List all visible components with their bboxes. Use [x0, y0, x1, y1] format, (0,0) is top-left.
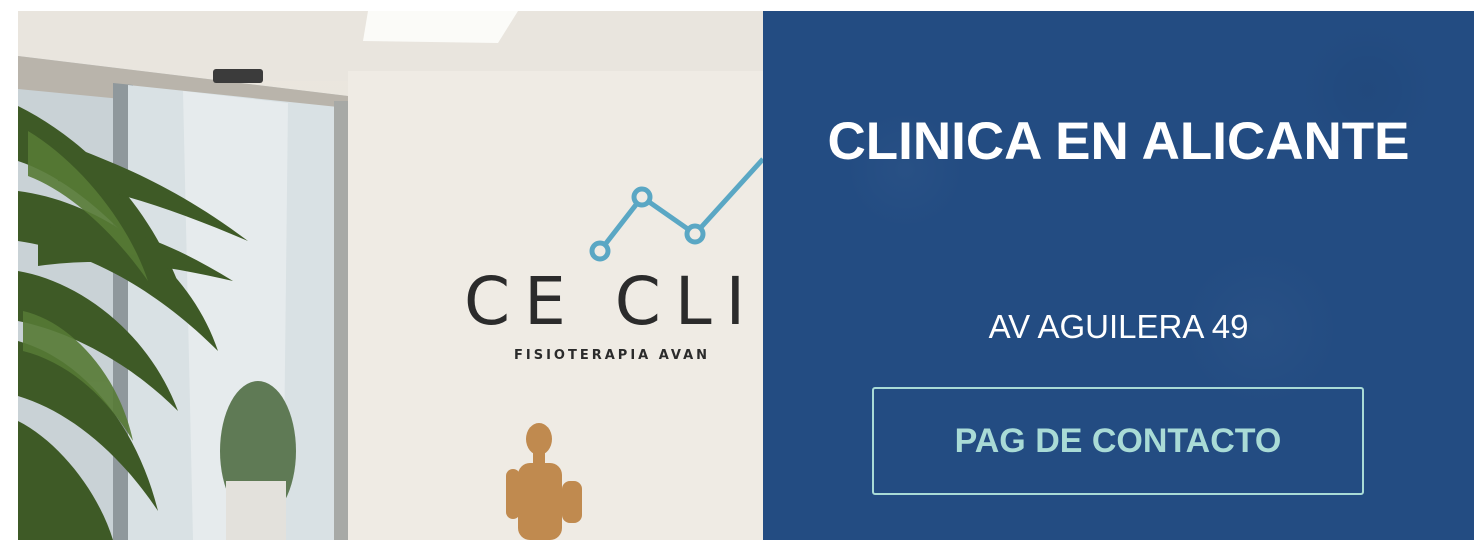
contact-page-button[interactable]: PAG DE CONTACTO — [872, 387, 1364, 495]
clinic-location-title: CLINICA EN ALICANTE — [827, 112, 1410, 171]
clinic-wall-sign-subtitle: FISIOTERAPIA AVAN — [514, 348, 711, 363]
clinic-address: AV AGUILERA 49 — [988, 308, 1249, 345]
clinic-wall-sign: CE CLI — [464, 263, 760, 340]
clinic-reception-photo: CE CLI FISIOTERAPIA AVAN — [18, 11, 763, 540]
